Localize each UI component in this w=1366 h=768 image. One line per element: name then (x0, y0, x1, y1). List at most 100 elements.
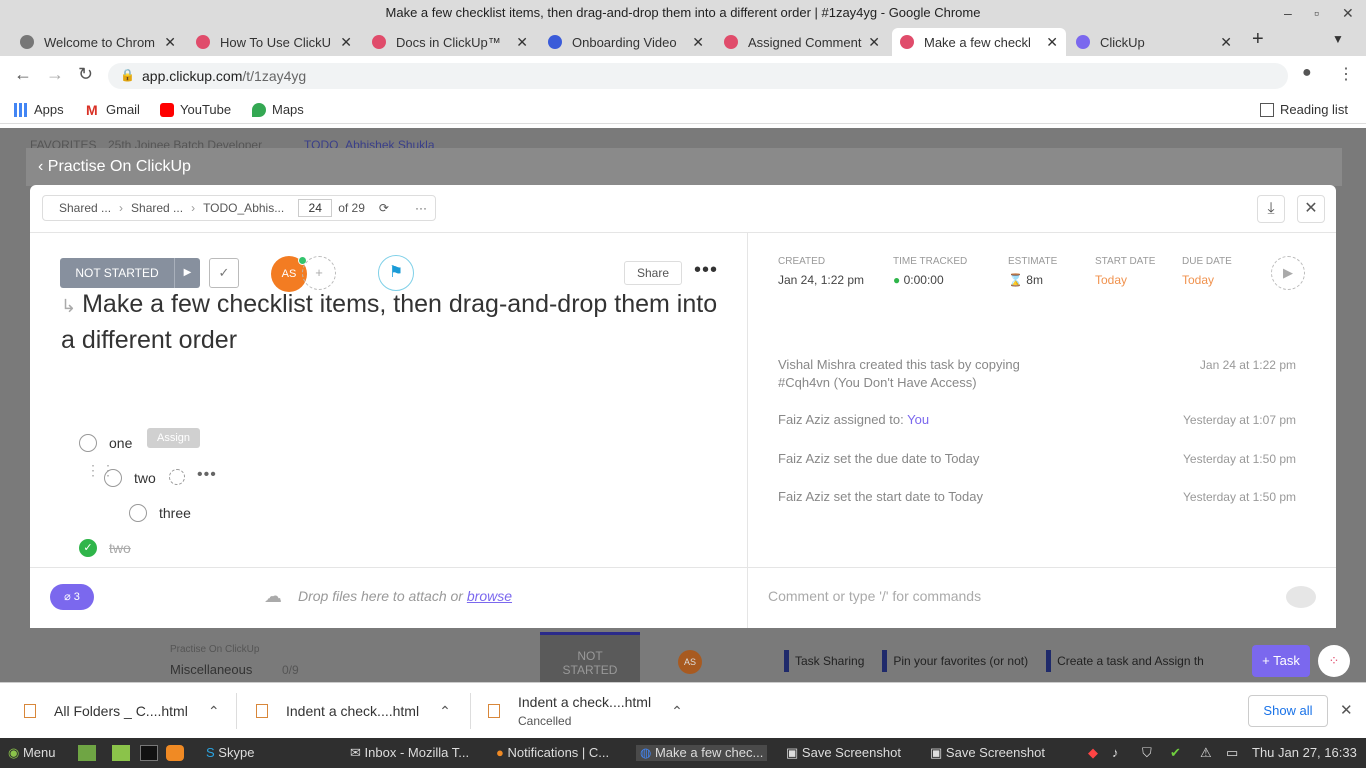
files-icon[interactable] (78, 745, 96, 761)
complete-check-button[interactable]: ✓ (209, 258, 239, 288)
close-tab-icon[interactable]: ✕ (516, 34, 528, 51)
checklist-checkbox[interactable] (104, 469, 122, 487)
close-tab-icon[interactable]: ✕ (868, 34, 880, 51)
tab-welcome[interactable]: Welcome to Chrom ✕ (12, 28, 184, 56)
maximize-icon[interactable]: ▫ (1314, 0, 1319, 26)
show-all-button[interactable]: Show all (1248, 695, 1328, 727)
taskbar-skype[interactable]: S Skype (206, 745, 254, 760)
profile-icon[interactable]: ● (1302, 64, 1312, 82)
close-window-icon[interactable]: ✕ (1342, 0, 1354, 26)
checklist-item[interactable]: one (79, 434, 132, 452)
checklist-item[interactable]: three (129, 504, 191, 522)
task-index-input[interactable]: 24 (298, 199, 333, 217)
status-button[interactable]: NOT STARTED ▶ (60, 258, 200, 288)
tab-search-icon[interactable]: ▼ (1332, 32, 1344, 46)
chevron-up-icon[interactable]: ⌃ (439, 703, 451, 720)
anydesk-icon[interactable]: ◆ (1088, 745, 1098, 761)
clock[interactable]: Thu Jan 27, 16:33 (1252, 745, 1357, 760)
download-item[interactable]: Indent a check....html ⌃ (256, 683, 451, 739)
close-tab-icon[interactable]: ✕ (164, 34, 176, 51)
download-item[interactable]: All Folders _ C....html ⌃ (24, 683, 220, 739)
close-tab-icon[interactable]: ✕ (692, 34, 704, 51)
taskbar-item[interactable]: ▣ Save Screenshot (930, 745, 1045, 761)
taskbar-item[interactable]: ▣ Save Screenshot (786, 745, 901, 761)
minimize-modal-icon[interactable]: ⤓ (1257, 195, 1285, 223)
close-tab-icon[interactable]: ✕ (1046, 34, 1058, 51)
volume-icon[interactable]: ♪ (1112, 745, 1119, 760)
status-next-icon[interactable]: ▶ (174, 258, 200, 288)
bookmark-apps[interactable]: Apps (14, 102, 64, 117)
task-more-icon[interactable]: ••• (694, 259, 718, 282)
new-task-button[interactable]: + Task (1252, 645, 1310, 677)
back-icon[interactable]: ← (14, 64, 32, 85)
bookmark-gmail[interactable]: M Gmail (86, 102, 140, 117)
time-tracked-meta[interactable]: TIME TRACKED ● 0:00:00 (893, 256, 967, 287)
forward-icon[interactable]: → (46, 64, 64, 85)
breadcrumb-item[interactable]: TODO_Abhis... (195, 201, 292, 215)
breadcrumb-item[interactable]: Shared ... (123, 201, 191, 215)
chevron-up-icon[interactable]: ⌃ (671, 703, 683, 720)
attachments-badge[interactable]: ⌀ 3 (50, 584, 94, 610)
breadcrumb-item[interactable]: Shared ... (51, 201, 119, 215)
estimate-meta[interactable]: ESTIMATE ⌛ 8m (1008, 256, 1057, 287)
start-date-meta[interactable]: START DATE Today (1095, 256, 1155, 287)
bookmark-youtube[interactable]: YouTube (160, 102, 231, 117)
tab-assigned-comment[interactable]: Assigned Comment ✕ (716, 28, 888, 56)
close-tab-icon[interactable]: ✕ (340, 34, 352, 51)
checklist-checkbox-checked[interactable]: ✓ (79, 539, 97, 557)
priority-flag-icon[interactable]: ⚑ (378, 255, 414, 291)
close-downloads-icon[interactable]: ✕ (1340, 701, 1353, 719)
close-modal-icon[interactable]: ✕ (1297, 195, 1325, 223)
download-item[interactable]: Indent a check....html Cancelled ⌃ (488, 683, 683, 739)
more-icon[interactable]: ··· (415, 201, 427, 215)
reload-icon[interactable]: ↻ (78, 64, 93, 85)
share-button[interactable]: Share (624, 261, 682, 285)
overlay-header[interactable]: ‹ Practise On ClickUp (26, 148, 1342, 186)
activity-time: Yesterday at 1:07 pm (1183, 413, 1296, 427)
due-date-meta[interactable]: DUE DATE Today (1182, 256, 1232, 287)
reading-list[interactable]: Reading list (1260, 102, 1348, 117)
play-icon[interactable]: ● (893, 273, 900, 287)
clickup-page: FAVORITES 25th Joinee Batch Developer TO… (0, 128, 1366, 682)
checklist-checkbox[interactable] (79, 434, 97, 452)
update-check-icon[interactable]: ✔ (1170, 745, 1181, 761)
bookmark-maps[interactable]: Maps (252, 102, 304, 117)
close-tab-icon[interactable]: ✕ (1220, 34, 1232, 51)
add-assignee-icon[interactable]: + (302, 256, 336, 290)
warning-icon[interactable]: ⚠ (1200, 745, 1212, 761)
comment-bubble-icon[interactable] (1286, 586, 1316, 608)
taskbar-item-active[interactable]: ◍ Make a few chec... (636, 745, 768, 761)
item-more-icon[interactable]: ••• (197, 466, 217, 484)
drop-zone[interactable]: Drop files here to attach or browse (298, 588, 512, 604)
record-video-icon[interactable]: ▶ (1271, 256, 1305, 290)
checklist-item[interactable]: two (104, 469, 156, 487)
shield-icon[interactable]: ⛉ (1142, 745, 1152, 761)
drag-handle-icon[interactable]: ⋮⋮ (86, 463, 115, 486)
minimize-icon[interactable]: – (1284, 0, 1292, 26)
taskbar-item[interactable]: ● Notifications | C... (496, 745, 609, 760)
checklist-checkbox[interactable] (129, 504, 147, 522)
tab-how-to-use[interactable]: How To Use ClickU ✕ (188, 28, 360, 56)
chrome-menu-icon[interactable]: ⋮ (1338, 64, 1354, 84)
task-title[interactable]: ↳ Make a few checklist items, then drag-a… (61, 287, 721, 357)
tab-docs[interactable]: Docs in ClickUp™ ✕ (364, 28, 536, 56)
firefox-icon[interactable] (166, 745, 184, 761)
assign-user-icon[interactable] (169, 469, 185, 485)
activity-you-link[interactable]: You (907, 412, 929, 427)
tab-clickup[interactable]: ClickUp ✕ (1068, 28, 1240, 56)
terminal-icon[interactable] (140, 745, 158, 761)
browse-link[interactable]: browse (467, 588, 512, 604)
display-icon[interactable]: ▭ (1226, 745, 1238, 761)
refresh-icon[interactable]: ⟳ (379, 201, 389, 215)
checklist-item[interactable]: ✓ two (79, 539, 131, 557)
new-tab-icon[interactable]: + (1252, 28, 1264, 51)
chevron-up-icon[interactable]: ⌃ (208, 703, 220, 720)
folder-icon[interactable] (112, 745, 130, 761)
taskbar-item[interactable]: ✉ Inbox - Mozilla T... (350, 745, 469, 761)
tab-make-a-few[interactable]: Make a few checkl ✕ (892, 28, 1066, 56)
apps-icon[interactable]: ⁘ (1318, 645, 1350, 677)
tab-onboarding[interactable]: Onboarding Video ✕ (540, 28, 712, 56)
address-bar[interactable]: 🔒 app.clickup.com/t/1zay4yg (108, 63, 1288, 89)
menu-button[interactable]: ◉ Menu (8, 745, 56, 761)
comment-input[interactable]: Comment or type '/' for commands (768, 588, 981, 604)
